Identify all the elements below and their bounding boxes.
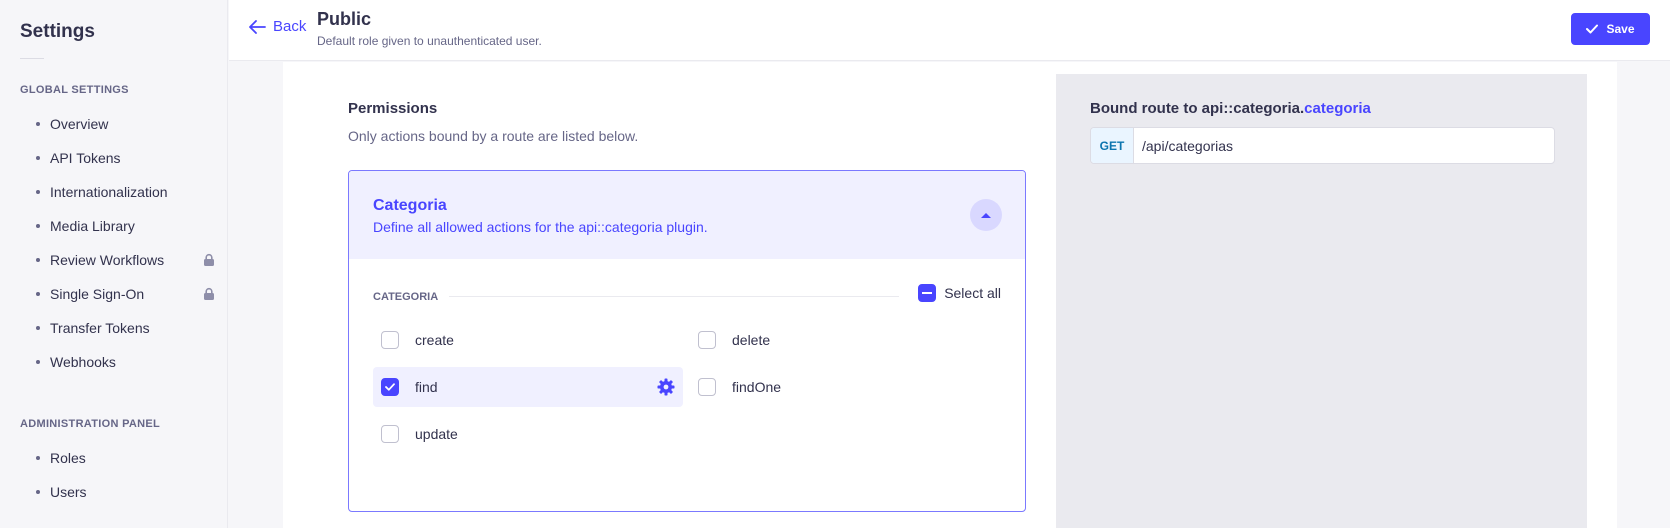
bullet-icon	[36, 292, 40, 296]
route-box: GET /api/categorias	[1090, 127, 1555, 164]
sidebar-item-internationalization[interactable]: Internationalization	[36, 179, 216, 205]
sidebar-item-api-tokens[interactable]: API Tokens	[36, 145, 216, 171]
sidebar-item-single-sign-on[interactable]: Single Sign-On	[36, 281, 216, 307]
check-icon	[385, 383, 395, 391]
action-find[interactable]: find	[373, 367, 683, 407]
save-button[interactable]: Save	[1571, 13, 1650, 45]
action-label: create	[415, 332, 454, 348]
action-update[interactable]: update	[373, 414, 683, 454]
action-delete[interactable]: delete	[690, 320, 1000, 360]
bound-route-title: Bound route to api::categoria.categoria	[1090, 100, 1371, 117]
action-label: update	[415, 426, 458, 442]
select-all-label: Select all	[944, 285, 1001, 301]
categoria-accordion: Categoria Define all allowed actions for…	[348, 170, 1026, 512]
bullet-icon	[36, 156, 40, 160]
group-label: CATEGORIA	[373, 291, 439, 303]
sidebar-item-label: Internationalization	[50, 184, 168, 200]
save-label: Save	[1606, 22, 1635, 36]
sidebar-item-label: API Tokens	[50, 150, 121, 166]
sidebar-item-label: Overview	[50, 116, 109, 132]
sidebar-item-users[interactable]: Users	[36, 479, 216, 505]
action-checkbox[interactable]	[698, 378, 716, 396]
lock-icon	[204, 253, 214, 266]
action-create[interactable]: create	[373, 320, 683, 360]
back-label: Back	[273, 18, 307, 35]
action-findone[interactable]: findOne	[690, 367, 1000, 407]
bullet-icon	[36, 122, 40, 126]
bullet-icon	[36, 190, 40, 194]
action-label: delete	[732, 332, 771, 348]
group-divider	[449, 296, 899, 297]
action-checkbox[interactable]	[381, 425, 399, 443]
route-method-badge: GET	[1091, 128, 1134, 163]
arrow-left-icon	[249, 19, 266, 34]
sidebar-divider	[20, 58, 44, 59]
page-title: Public	[317, 9, 372, 29]
sidebar-item-label: Transfer Tokens	[50, 320, 150, 336]
route-path: /api/categorias	[1142, 137, 1234, 154]
sidebar-item-label: Review Workflows	[50, 252, 165, 268]
gear-icon[interactable]	[657, 378, 675, 396]
bound-route-accent: categoria	[1304, 100, 1371, 117]
page-subtitle: Default role given to unauthenticated us…	[317, 34, 542, 48]
accordion-toggle-button[interactable]	[970, 199, 1002, 231]
sidebar-item-label: Roles	[50, 450, 86, 466]
action-label: find	[415, 379, 438, 395]
section-label-global-settings: GLOBAL SETTINGS	[20, 84, 129, 96]
lock-icon	[204, 287, 214, 300]
action-checkbox[interactable]	[698, 331, 716, 349]
bullet-icon	[36, 490, 40, 494]
accordion-description: Define all allowed actions for the api::…	[373, 219, 708, 235]
check-icon	[1586, 24, 1599, 34]
sidebar-item-label: Users	[50, 484, 87, 500]
settings-sidebar: Settings GLOBAL SETTINGS Overview API To…	[0, 0, 228, 528]
accordion-header[interactable]: Categoria Define all allowed actions for…	[349, 171, 1025, 259]
permissions-description: Only actions bound by a route are listed…	[348, 128, 639, 144]
minus-icon	[922, 292, 933, 294]
sidebar-item-transfer-tokens[interactable]: Transfer Tokens	[36, 315, 216, 341]
sidebar-item-review-workflows[interactable]: Review Workflows	[36, 247, 216, 273]
bullet-icon	[36, 456, 40, 460]
action-label: findOne	[732, 379, 782, 395]
sidebar-item-webhooks[interactable]: Webhooks	[36, 349, 216, 375]
bullet-icon	[36, 360, 40, 364]
sidebar-item-label: Webhooks	[50, 354, 116, 370]
page-header: Back Public Default role given to unauth…	[229, 0, 1670, 61]
permissions-title: Permissions	[348, 100, 438, 117]
bound-route-prefix: Bound route to api::categoria.	[1090, 100, 1305, 117]
section-label-administration-panel: ADMINISTRATION PANEL	[20, 418, 161, 430]
sidebar-title: Settings	[20, 21, 95, 42]
back-link[interactable]: Back	[249, 18, 306, 35]
accordion-title: Categoria	[373, 197, 447, 214]
bullet-icon	[36, 224, 40, 228]
action-checkbox[interactable]	[381, 378, 399, 396]
sidebar-item-roles[interactable]: Roles	[36, 445, 216, 471]
sidebar-item-label: Media Library	[50, 218, 135, 234]
select-all-checkbox[interactable]: Select all	[918, 284, 1001, 302]
bullet-icon	[36, 258, 40, 262]
sidebar-item-overview[interactable]: Overview	[36, 111, 216, 137]
sidebar-item-label: Single Sign-On	[50, 286, 145, 302]
action-checkbox[interactable]	[381, 331, 399, 349]
select-all-box[interactable]	[918, 284, 937, 302]
bullet-icon	[36, 326, 40, 330]
chevron-up-icon	[981, 213, 991, 218]
sidebar-item-media-library[interactable]: Media Library	[36, 213, 216, 239]
